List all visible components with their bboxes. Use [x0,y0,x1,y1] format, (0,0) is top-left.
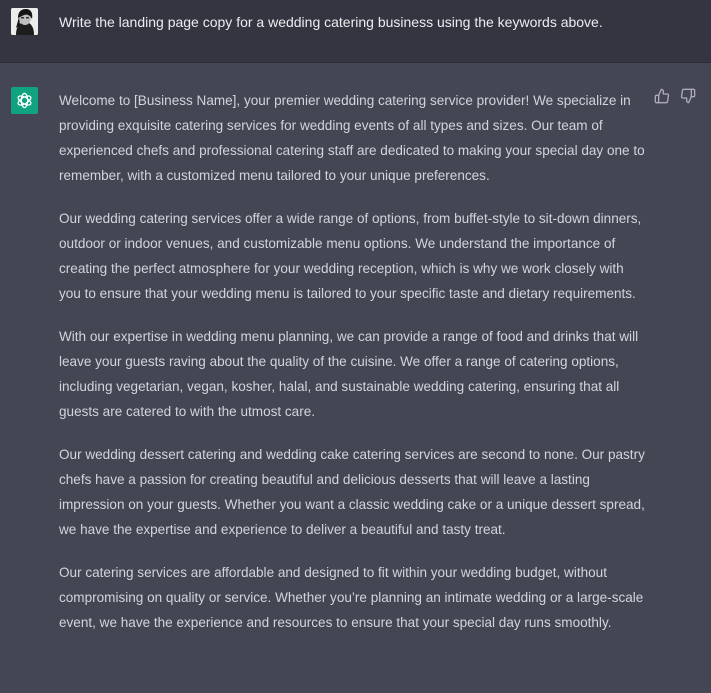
answer-paragraph: Our wedding dessert catering and wedding… [59,447,645,537]
thumbs-down-icon [680,88,696,104]
assistant-avatar [11,87,38,114]
answer-paragraph: Our wedding catering services offer a wi… [59,211,642,301]
user-message-text: Write the landing page copy for a weddin… [59,14,603,30]
thumbs-up-button[interactable] [654,88,670,104]
assistant-message-row: Welcome to [Business Name], your premier… [0,63,711,693]
user-avatar-photo [11,8,38,35]
feedback-buttons [654,88,696,104]
user-message-row: Write the landing page copy for a weddin… [0,0,711,63]
answer-paragraph: With our expertise in wedding menu plann… [59,329,639,419]
thumbs-up-icon [654,88,670,104]
thumbs-down-button[interactable] [680,88,696,104]
assistant-message-text: Welcome to [Business Name], your premier… [59,88,645,653]
openai-logo-icon [17,92,32,109]
answer-paragraph: Welcome to [Business Name], your premier… [59,93,645,183]
answer-paragraph: Our catering services are affordable and… [59,565,644,630]
user-avatar [11,8,38,35]
